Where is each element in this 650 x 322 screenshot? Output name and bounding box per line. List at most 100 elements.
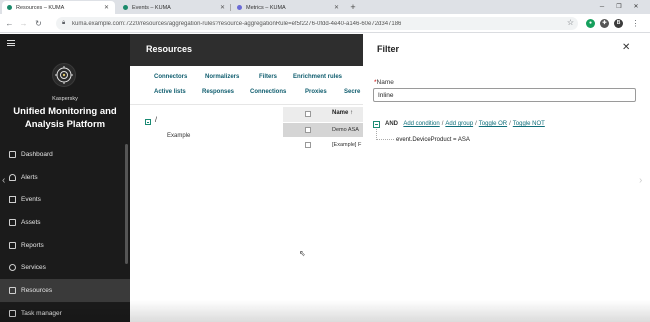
add-condition-link[interactable]: Add condition [403, 121, 439, 127]
group-collapse-icon[interactable] [373, 121, 380, 128]
operator-label: AND [385, 121, 398, 127]
tab-title: Metrics – KUMA [246, 4, 286, 11]
page-title: Resources [146, 44, 193, 54]
column-name-header[interactable]: Name ↑ [332, 110, 353, 116]
sidebar-item-label: Dashboard [21, 150, 53, 158]
minimize-icon[interactable]: ─ [594, 1, 610, 13]
close-tab-icon[interactable]: ✕ [219, 4, 226, 11]
row-name: [Example] F [332, 142, 362, 148]
product-name: Unified Monitoring and Analysis Platform [0, 105, 130, 131]
browser-tab-events[interactable]: Events – KUMA ✕ [118, 1, 231, 14]
bookmark-star-icon[interactable]: ☆ [567, 18, 574, 27]
services-icon [9, 264, 16, 272]
kuma-favicon-icon [123, 5, 128, 10]
hamburger-menu-icon[interactable] [7, 40, 15, 46]
sidebar-item-label: Services [21, 264, 46, 272]
select-all-checkbox[interactable] [305, 111, 311, 117]
filter-title: Filter [377, 44, 400, 54]
tree-root-folder[interactable]: / [155, 117, 157, 124]
close-icon[interactable]: ✕ [622, 42, 630, 53]
browser-tabstrip: Resources – KUMA ✕ Events – KUMA ✕ Metri… [0, 0, 650, 14]
browser-toolbar: ← → ↻ 🔒︎ kuma.example.com:7220/resources… [0, 14, 650, 33]
address-bar[interactable]: 🔒︎ kuma.example.com:7220/resources/aggre… [56, 17, 578, 30]
toggle-not-link[interactable]: Toggle NOT [513, 121, 545, 127]
sidebar-scrollbar[interactable] [125, 144, 128, 264]
condition-toolbar: AND Add condition / Add group / Toggle OR / To… [385, 121, 545, 127]
sidebar-item-events[interactable]: Events [0, 188, 130, 211]
resources-pane: Resources Connectors Normalizers Filters… [130, 34, 363, 322]
tab-proxies[interactable]: Proxies [305, 89, 327, 95]
url-text: kuma.example.com:7220/resources/aggregat… [72, 20, 402, 27]
sidebar-item-services[interactable]: Services [0, 256, 130, 279]
tab-secrets[interactable]: Secre [344, 89, 360, 95]
tab-active-lists[interactable]: Active lists [154, 89, 186, 95]
separator: / [509, 121, 511, 127]
close-tab-icon[interactable]: ✕ [333, 4, 340, 11]
close-tab-icon[interactable]: ✕ [103, 4, 110, 11]
table-row[interactable]: [Example] F [283, 138, 363, 152]
tab-normalizers[interactable]: Normalizers [205, 74, 239, 80]
toggle-or-link[interactable]: Toggle OR [479, 121, 507, 127]
add-group-link[interactable]: Add group [445, 121, 473, 127]
kuma-favicon-icon [7, 5, 12, 10]
tab-title: Resources – KUMA [16, 4, 65, 11]
back-icon[interactable]: ← [4, 18, 15, 29]
sidebar-nav: Dashboard Alerts Events Assets Reports S… [0, 143, 130, 322]
tab-connections[interactable]: Connections [250, 89, 286, 95]
assets-icon [9, 218, 16, 226]
profile-avatar[interactable]: B [614, 19, 623, 28]
lock-icon: 🔒︎ [62, 20, 66, 26]
kuma-logo-icon [52, 63, 76, 87]
row-checkbox[interactable] [305, 127, 311, 133]
sidebar-item-resources[interactable]: Resources [0, 279, 130, 302]
reload-icon[interactable]: ↻ [33, 18, 44, 29]
sidebar-item-label: Resources [21, 286, 53, 294]
events-icon [9, 196, 16, 204]
vendor-name: Kaspersky [52, 96, 78, 102]
window-close-icon[interactable]: ✕ [628, 1, 644, 13]
dashboard-icon [9, 150, 16, 158]
name-field[interactable]: Inline [373, 88, 636, 102]
reports-icon [9, 241, 16, 249]
sidebar-item-alerts[interactable]: Alerts [0, 166, 130, 189]
restore-icon[interactable]: ❐ [611, 1, 627, 13]
sidebar-item-reports[interactable]: Reports [0, 234, 130, 257]
separator: / [441, 121, 444, 127]
task-manager-icon [9, 309, 16, 317]
name-label-text: Name [376, 79, 394, 86]
tab-separator [230, 4, 231, 11]
separator: / [475, 121, 477, 127]
sidebar-item-label: Assets [21, 218, 41, 226]
row-name: Demo ASA [332, 127, 359, 133]
sidebar-item-label: Task manager [21, 309, 62, 317]
product-name-line1: Unified Monitoring and [13, 106, 117, 117]
new-tab-button[interactable]: + [347, 1, 359, 13]
extension-icon[interactable]: ● [586, 19, 595, 28]
tree-collapse-icon[interactable] [145, 119, 151, 125]
sidebar-item-label: Reports [21, 241, 44, 249]
sidebar-item-label: Alerts [21, 173, 38, 181]
mouse-pointer-icon: ⇖ [299, 249, 306, 258]
sidebar-item-task-manager[interactable]: Task manager [0, 302, 130, 322]
bell-icon [9, 173, 16, 181]
sidebar-item-assets[interactable]: Assets [0, 211, 130, 234]
condition-expression[interactable]: event.DeviceProduct = ASA [396, 137, 470, 143]
sidebar-item-dashboard[interactable]: Dashboard [0, 143, 130, 166]
tab-connectors[interactable]: Connectors [154, 74, 187, 80]
browser-tab-metrics[interactable]: Metrics – KUMA ✕ [232, 1, 345, 14]
forward-icon[interactable]: → [18, 18, 29, 29]
puzzle-icon[interactable]: ✚ [600, 19, 609, 28]
browser-tab-resources[interactable]: Resources – KUMA ✕ [2, 1, 115, 14]
table-row[interactable]: Demo ASA [283, 123, 363, 137]
resources-icon [9, 286, 16, 294]
tab-responses[interactable]: Responses [202, 89, 234, 95]
row-checkbox[interactable] [305, 142, 311, 148]
tree-connector [376, 129, 394, 140]
chevron-right-icon[interactable]: › [639, 175, 642, 186]
tab-enrichment-rules[interactable]: Enrichment rules [293, 74, 342, 80]
tab-filters[interactable]: Filters [259, 74, 277, 80]
tree-folder-example[interactable]: Example [167, 133, 190, 139]
resources-header: Resources [130, 34, 363, 66]
menu-kebab-icon[interactable]: ⋮ [630, 18, 641, 29]
product-name-line2: Analysis Platform [24, 119, 106, 130]
